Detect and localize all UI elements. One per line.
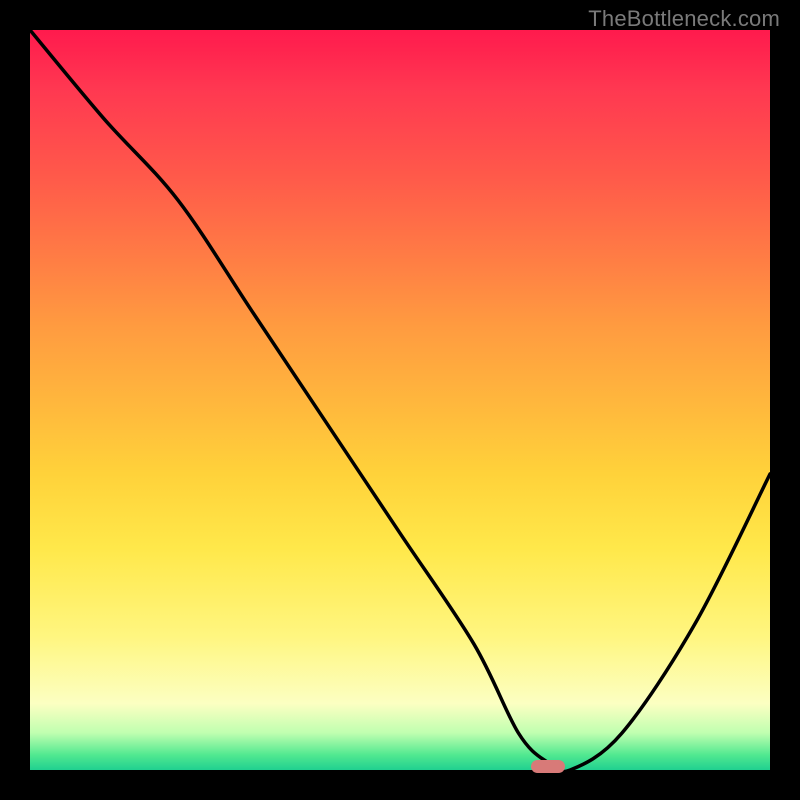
bottleneck-curve	[30, 30, 770, 770]
optimal-marker	[531, 760, 565, 773]
plot-area	[30, 30, 770, 770]
watermark-text: TheBottleneck.com	[588, 6, 780, 32]
curve-svg	[30, 30, 770, 770]
chart-container: TheBottleneck.com	[0, 0, 800, 800]
